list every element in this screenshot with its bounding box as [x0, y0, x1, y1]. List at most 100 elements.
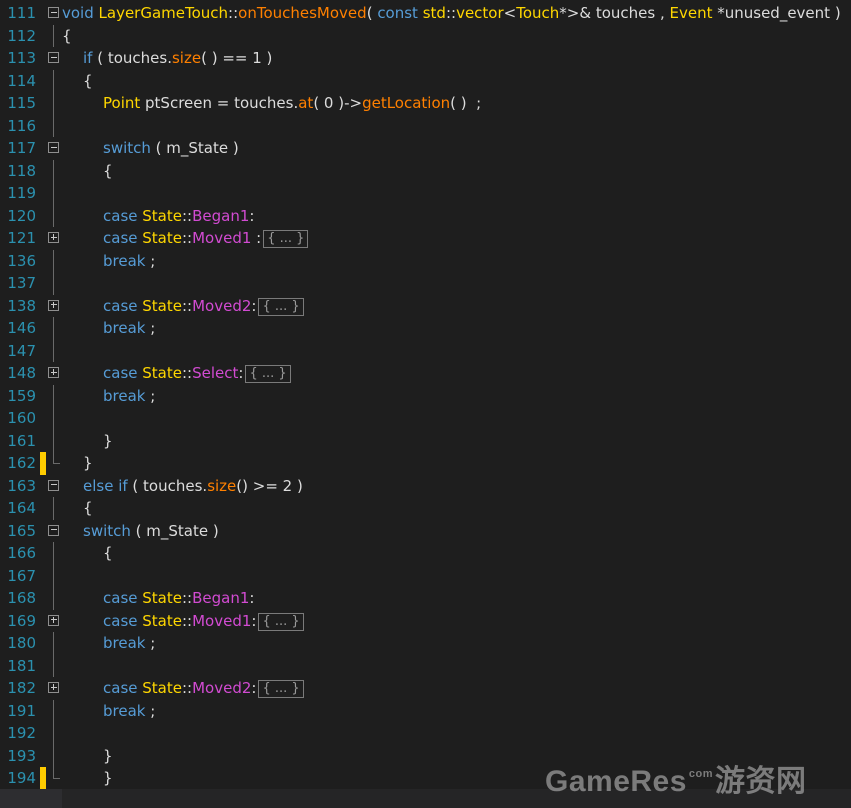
code-line[interactable]: 120 case State::Began1: — [0, 204, 851, 227]
expand-icon[interactable] — [48, 232, 59, 243]
code-text: { — [103, 160, 113, 183]
code-line[interactable]: 114 { — [0, 69, 851, 92]
code-text: if ( touches.size( ) == 1 ) — [83, 47, 272, 70]
code-text: case State::Moved1 :{ ... } — [103, 227, 309, 250]
collapse-icon[interactable] — [48, 52, 59, 63]
line-number: 164 — [7, 499, 36, 517]
code-token: switch — [103, 139, 151, 157]
code-line[interactable]: 162} — [0, 452, 851, 475]
collapse-icon[interactable] — [48, 524, 59, 536]
code-token: : — [251, 679, 257, 697]
code-line[interactable]: 180 break ; — [0, 632, 851, 655]
fold-guide-line — [53, 317, 54, 340]
code-token: { — [83, 499, 93, 517]
line-number: 165 — [7, 521, 36, 540]
code-line[interactable]: 160 — [0, 407, 851, 430]
collapse-icon[interactable] — [48, 479, 59, 491]
line-number: 161 — [7, 431, 36, 450]
line-number: 148 — [7, 364, 36, 382]
code-line[interactable]: 117 switch ( m_State ) — [0, 137, 851, 160]
collapsed-region[interactable]: { ... } — [258, 297, 304, 316]
code-token: case — [103, 611, 138, 630]
code-line[interactable]: 146 break ; — [0, 317, 851, 340]
code-line[interactable]: 181 — [0, 654, 851, 677]
code-text: case State::Moved2:{ ... } — [103, 295, 304, 318]
code-token: case — [103, 589, 138, 607]
code-line[interactable]: 119 — [0, 182, 851, 205]
code-line[interactable]: 112 { — [0, 24, 851, 47]
expand-icon[interactable] — [48, 299, 59, 311]
code-text: Point ptScreen = touches.at( 0 )->getLoc… — [103, 92, 481, 115]
code-line[interactable]: 111 void LayerGameTouch::onTouchesMoved( … — [0, 2, 851, 25]
line-number: 137 — [7, 274, 36, 292]
code-token: ( ) == 1 ) — [201, 49, 273, 67]
code-line[interactable]: 169 case State::Moved1:{ ... } — [0, 610, 851, 633]
code-line[interactable]: 167 — [0, 564, 851, 587]
code-line[interactable]: 148 case State::Select:{ ... } — [0, 362, 851, 385]
code-token: Select — [192, 364, 239, 382]
code-line[interactable]: 159 break ; — [0, 384, 851, 407]
fold-guide-line — [53, 182, 54, 205]
code-token: size — [207, 476, 237, 495]
code-token: Moved2 — [192, 679, 252, 697]
code-token: } — [83, 454, 93, 472]
line-number: 136 — [7, 251, 36, 270]
code-token: break — [103, 251, 146, 270]
code-line[interactable]: 138 case State::Moved2:{ ... } — [0, 295, 851, 318]
code-token: State — [142, 296, 182, 315]
code-token: ( touches. — [92, 49, 172, 67]
fold-guide-line — [53, 564, 54, 587]
code-line[interactable]: 118 { — [0, 159, 851, 183]
fold-guide-line — [53, 24, 54, 47]
code-line[interactable]: 164 { — [0, 497, 851, 520]
code-line[interactable]: 113 if ( touches.size( ) == 1 ) — [0, 47, 851, 70]
line-number: 193 — [7, 746, 36, 765]
collapsed-region[interactable]: { ... } — [258, 612, 304, 631]
watermark-logo: GameRes com游资网 — [545, 756, 807, 798]
code-line[interactable]: 182 case State::Moved2:{ ... } — [0, 677, 851, 700]
code-token: vector — [456, 4, 504, 22]
code-line[interactable]: 165 switch ( m_State ) — [0, 520, 851, 543]
expand-icon[interactable] — [48, 614, 59, 626]
code-token: else if — [83, 476, 128, 495]
collapse-icon[interactable] — [48, 7, 59, 18]
collapsed-region[interactable]: { ... } — [245, 365, 291, 383]
change-marker — [40, 452, 46, 475]
code-token: ; — [145, 386, 156, 405]
code-line[interactable]: 168 case State::Began1: — [0, 587, 851, 610]
code-line[interactable]: 121 case State::Moved1 :{ ... } — [0, 227, 851, 250]
line-number: 182 — [7, 679, 36, 697]
code-token: { — [83, 71, 93, 90]
code-text: case State::Select:{ ... } — [103, 362, 291, 385]
code-line[interactable]: 136 break ; — [0, 249, 851, 272]
code-token: ( ) ; — [450, 94, 482, 112]
code-token: < — [503, 4, 517, 22]
collapsed-region[interactable]: { ... } — [258, 680, 304, 698]
collapsed-region[interactable]: { ... } — [263, 230, 309, 248]
line-number: 138 — [7, 296, 36, 315]
fold-guide-line — [53, 407, 54, 430]
code-token: case — [103, 229, 138, 247]
code-line[interactable]: 137 — [0, 272, 851, 295]
code-line[interactable]: 147 — [0, 339, 851, 362]
code-line[interactable]: 191 break ; — [0, 699, 851, 722]
code-line[interactable]: 116 — [0, 114, 851, 137]
expand-icon[interactable] — [48, 367, 59, 378]
code-editor[interactable]: 111 void LayerGameTouch::onTouchesMoved( … — [0, 0, 851, 808]
code-line[interactable]: 161} — [0, 429, 851, 452]
fold-guide-line — [53, 69, 54, 92]
code-text: { — [83, 497, 93, 520]
code-line[interactable]: 163 else if ( touches.size() >= 2 ) — [0, 475, 851, 498]
code-text: break ; — [103, 317, 155, 340]
code-token: : — [251, 611, 257, 630]
collapse-icon[interactable] — [48, 142, 59, 153]
code-token: ( touches. — [127, 476, 208, 495]
code-line[interactable]: 192 — [0, 722, 851, 745]
fold-guide-line — [53, 699, 54, 722]
code-line[interactable]: 166 { — [0, 542, 851, 565]
code-token: State — [142, 206, 182, 225]
line-number: 121 — [7, 229, 36, 247]
code-line[interactable]: 115 Point ptScreen = touches.at( 0 )->get… — [0, 92, 851, 115]
expand-icon[interactable] — [48, 682, 59, 693]
code-token: case — [103, 206, 138, 225]
